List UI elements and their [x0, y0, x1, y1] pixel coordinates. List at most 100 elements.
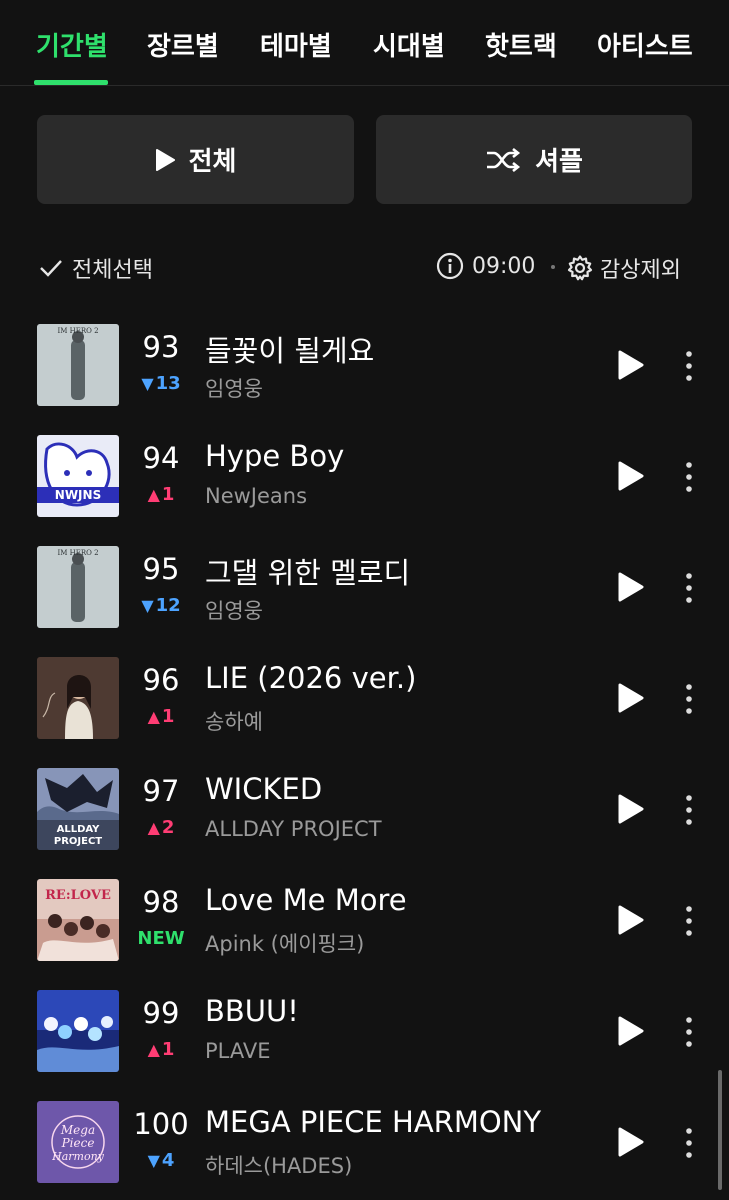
rank-down-icon: ▼: [141, 374, 154, 393]
exclude-listening-label: 감상제외: [600, 258, 681, 283]
separator-dot: [551, 265, 555, 269]
gear-icon: [567, 255, 593, 281]
tab-period[interactable]: 기간별: [36, 26, 108, 63]
rank-up-icon: ▲: [147, 485, 160, 504]
tab-era[interactable]: 시대별: [373, 26, 445, 63]
tab-artist[interactable]: 아티스트: [597, 26, 693, 63]
song-artist[interactable]: Apink (에이핑크): [205, 928, 364, 958]
select-all-label: 전체선택: [72, 258, 153, 283]
song-title[interactable]: WICKED: [205, 772, 322, 806]
song-row[interactable]: ALLDAY PROJECT 97 ▲ 2 WICKED ALLDAY PROJE…: [0, 768, 729, 879]
rank-number: 100: [133, 1107, 189, 1141]
play-all-label: 전체: [188, 147, 237, 177]
song-artist[interactable]: ALLDAY PROJECT: [205, 817, 382, 841]
rank-change: ▼ 13: [141, 373, 181, 394]
more-options-icon[interactable]: [676, 793, 702, 827]
more-options-icon[interactable]: [676, 460, 702, 494]
rank-change: ▲ 1: [147, 484, 175, 505]
play-icon[interactable]: [616, 571, 646, 603]
svg-text:Piece: Piece: [61, 1136, 95, 1150]
album-art[interactable]: IM HERO 2: [37, 546, 119, 628]
rank-number: 95: [142, 552, 180, 586]
song-row[interactable]: IM HERO 2 93 ▼ 13 들꽃이 될게요 임영웅: [0, 324, 729, 435]
scrollbar[interactable]: [718, 1070, 722, 1190]
rank-number: 94: [142, 441, 180, 475]
svg-text:PROJECT: PROJECT: [54, 836, 102, 847]
song-artist[interactable]: 임영웅: [205, 595, 263, 625]
duration-value: 09:00: [472, 253, 536, 279]
rank-number: 97: [142, 774, 180, 808]
svg-text:NWJNS: NWJNS: [55, 488, 101, 502]
song-row[interactable]: NWJNS 94 ▲ 1 Hype Boy NewJeans: [0, 435, 729, 546]
song-title[interactable]: 들꽃이 될게요: [205, 328, 374, 370]
svg-text:IM HERO 2: IM HERO 2: [57, 327, 98, 335]
exclude-listening-button[interactable]: 감상제외: [566, 252, 681, 284]
song-title[interactable]: MEGA PIECE HARMONY: [205, 1105, 541, 1139]
play-icon[interactable]: [616, 460, 646, 492]
rank-change: ▲ 1: [147, 706, 175, 727]
svg-text:Harmony: Harmony: [51, 1150, 105, 1163]
info-icon: [436, 252, 464, 280]
play-icon[interactable]: [616, 682, 646, 714]
shuffle-button[interactable]: 셔플: [376, 115, 692, 204]
svg-text:IM HERO 2: IM HERO 2: [57, 549, 98, 557]
svg-text:Mega: Mega: [60, 1123, 95, 1137]
list-toolbar: 전체선택 09:00 감상제외: [0, 246, 729, 292]
song-title[interactable]: 그댈 위한 멜로디: [205, 550, 410, 592]
song-title[interactable]: BBUU!: [205, 994, 299, 1028]
album-art[interactable]: [37, 990, 119, 1072]
svg-text:ALLDAY: ALLDAY: [57, 824, 101, 835]
more-options-icon[interactable]: [676, 904, 702, 938]
album-art[interactable]: NWJNS: [37, 435, 119, 517]
song-title[interactable]: Hype Boy: [205, 439, 344, 473]
album-art[interactable]: ALLDAY PROJECT: [37, 768, 119, 850]
shuffle-label: 셔플: [535, 147, 583, 177]
play-icon[interactable]: [616, 349, 646, 381]
more-options-icon[interactable]: [676, 349, 702, 383]
check-icon: [40, 260, 62, 277]
album-art[interactable]: Mega Piece Harmony: [37, 1101, 119, 1183]
more-options-icon[interactable]: [676, 682, 702, 716]
song-artist[interactable]: 송하예: [205, 706, 263, 736]
play-icon[interactable]: [616, 1126, 646, 1158]
rank-number: 99: [142, 996, 180, 1030]
play-icon: [155, 148, 175, 171]
rank-change: ▲ 2: [147, 817, 175, 838]
rank-change: ▼ 4: [147, 1150, 175, 1171]
more-options-icon[interactable]: [676, 1126, 702, 1160]
rank-number: 96: [142, 663, 180, 697]
tab-hot-track[interactable]: 핫트랙: [485, 26, 557, 63]
duration-info[interactable]: 09:00: [436, 252, 535, 280]
play-icon[interactable]: [616, 793, 646, 825]
album-art[interactable]: [37, 657, 119, 739]
song-row[interactable]: 96 ▲ 1 LIE (2026 ver.) 송하예: [0, 657, 729, 768]
shuffle-icon: [487, 147, 521, 172]
rank-down-icon: ▼: [147, 1151, 160, 1170]
play-all-button[interactable]: 전체: [37, 115, 354, 204]
song-title[interactable]: LIE (2026 ver.): [205, 661, 416, 695]
rank-up-icon: ▲: [147, 1040, 160, 1059]
rank-change-new: NEW: [137, 928, 185, 949]
play-icon[interactable]: [616, 904, 646, 936]
play-icon[interactable]: [616, 1015, 646, 1047]
rank-number: 93: [142, 330, 180, 364]
song-row[interactable]: RE:LOVE 98 NEW Love Me More Apink (에이핑크): [0, 879, 729, 990]
more-options-icon[interactable]: [676, 571, 702, 605]
song-artist[interactable]: NewJeans: [205, 484, 307, 508]
song-artist[interactable]: PLAVE: [205, 1039, 271, 1063]
album-art[interactable]: RE:LOVE: [37, 879, 119, 961]
more-options-icon[interactable]: [676, 1015, 702, 1049]
album-art[interactable]: IM HERO 2: [37, 324, 119, 406]
song-row[interactable]: Mega Piece Harmony 100 ▼ 4 MEGA PIECE HAR…: [0, 1101, 729, 1200]
song-row[interactable]: 99 ▲ 1 BBUU! PLAVE: [0, 990, 729, 1101]
active-tab-indicator: [34, 80, 108, 85]
song-artist[interactable]: 하데스(HADES): [205, 1150, 352, 1180]
rank-change: ▲ 1: [147, 1039, 175, 1060]
song-title[interactable]: Love Me More: [205, 883, 407, 917]
tab-genre[interactable]: 장르별: [147, 26, 219, 63]
select-all-button[interactable]: 전체선택: [38, 252, 153, 284]
song-artist[interactable]: 임영웅: [205, 373, 263, 403]
svg-text:RE:LOVE: RE:LOVE: [45, 888, 111, 903]
tab-theme[interactable]: 테마별: [260, 26, 332, 63]
song-row[interactable]: IM HERO 2 95 ▼ 12 그댈 위한 멜로디 임영웅: [0, 546, 729, 657]
